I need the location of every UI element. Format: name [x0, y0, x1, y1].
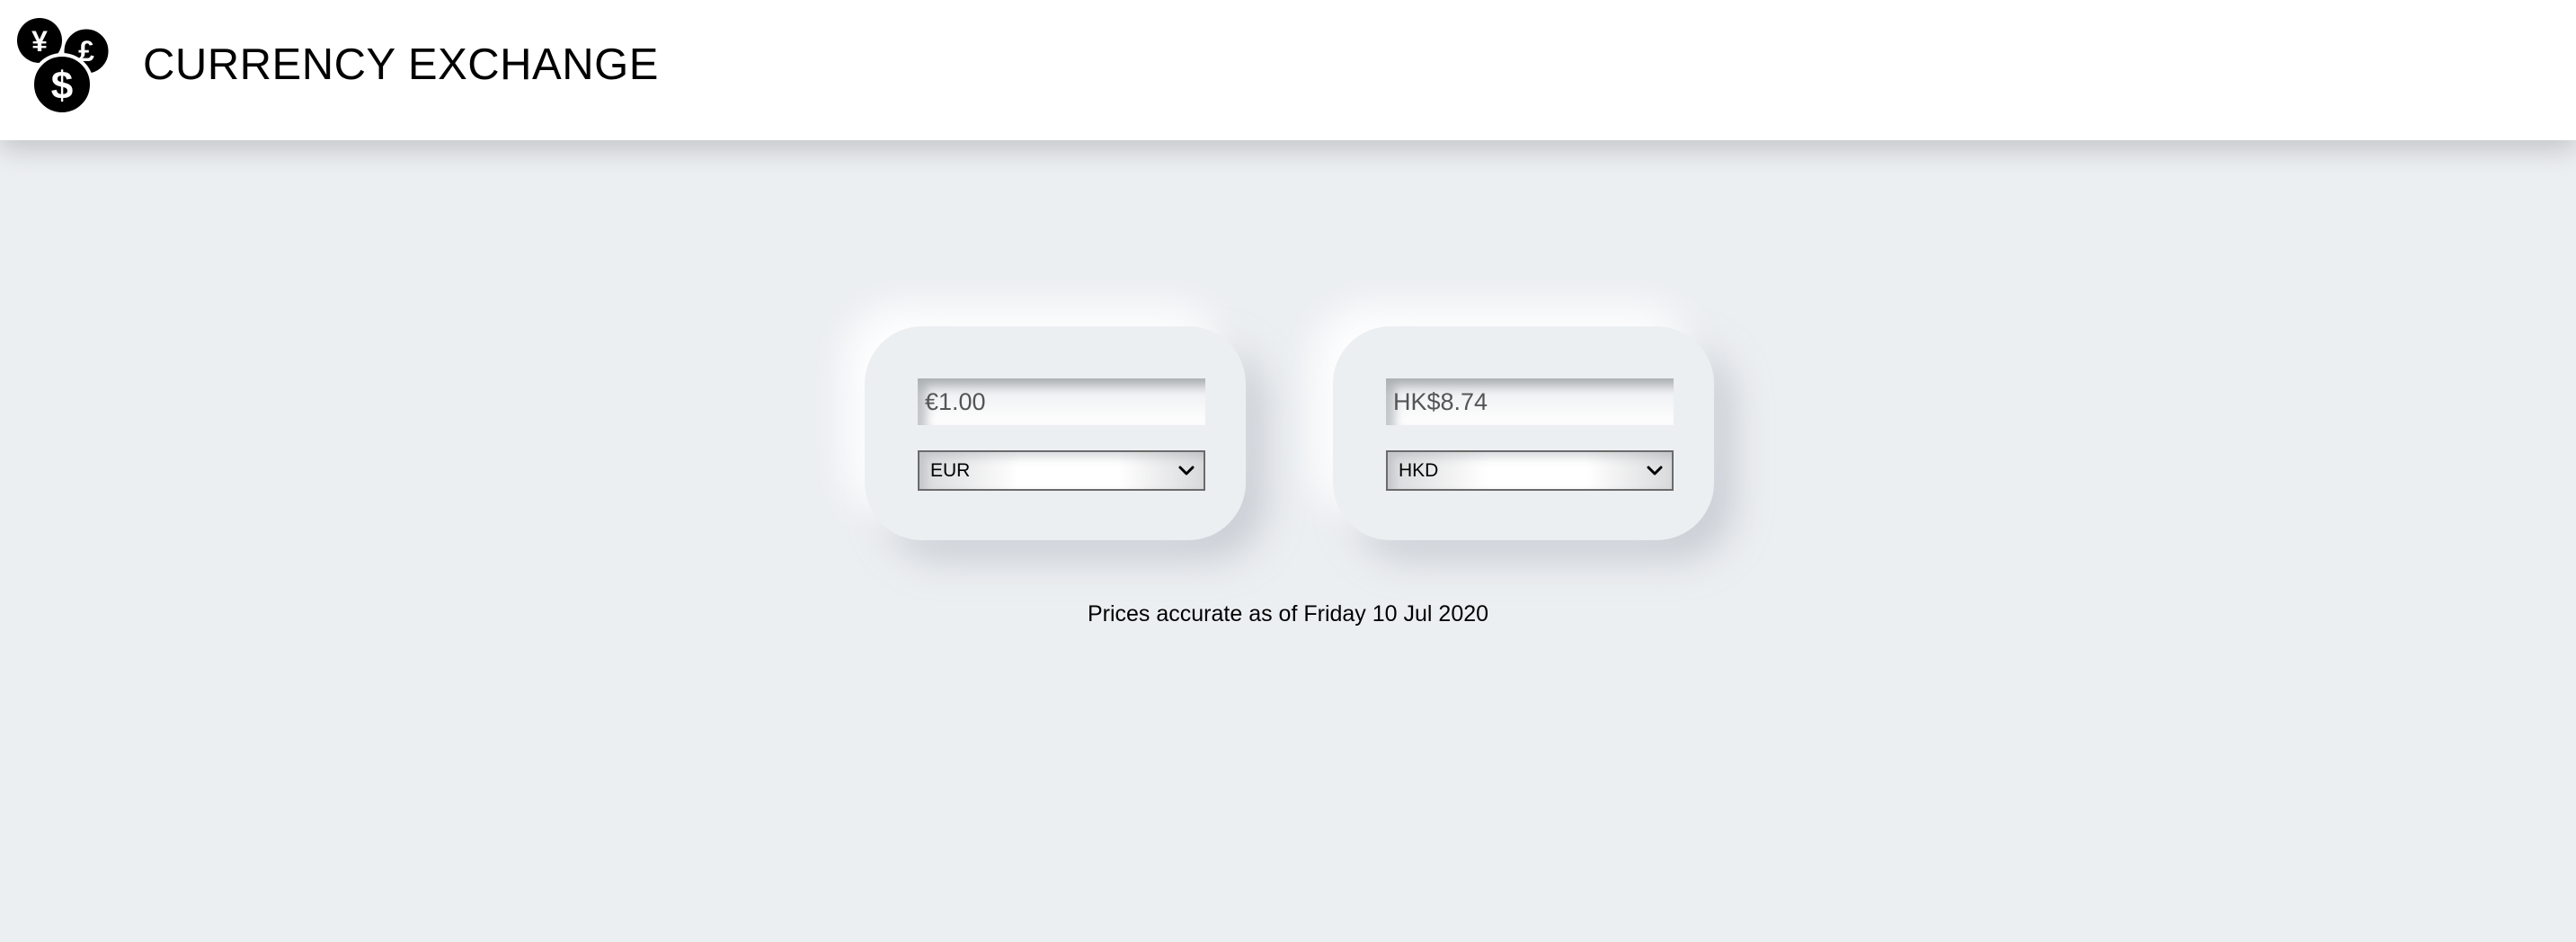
main-content: EUR HKD Prices accurate as of Friday 10 …	[0, 140, 2576, 942]
from-amount-input[interactable]	[918, 378, 1205, 425]
from-currency-select[interactable]: EUR	[918, 450, 1205, 491]
svg-text:$: $	[51, 64, 73, 108]
to-amount-input[interactable]	[1386, 378, 1674, 425]
from-currency-card: EUR	[865, 326, 1246, 540]
app-header: ¥ £ $ CURRENCY EXCHANGE	[0, 0, 2576, 140]
svg-text:¥: ¥	[31, 25, 48, 58]
rates-timestamp: Prices accurate as of Friday 10 Jul 2020	[1087, 601, 1489, 627]
page-title: CURRENCY EXCHANGE	[143, 40, 659, 89]
currency-coins-icon: ¥ £ $	[14, 18, 113, 117]
to-currency-select[interactable]: HKD	[1386, 450, 1674, 491]
chevron-down-icon	[1177, 461, 1196, 481]
chevron-down-icon	[1645, 461, 1665, 481]
to-currency-value: HKD	[1399, 460, 1439, 481]
to-currency-card: HKD	[1333, 326, 1714, 540]
from-currency-value: EUR	[930, 460, 971, 481]
